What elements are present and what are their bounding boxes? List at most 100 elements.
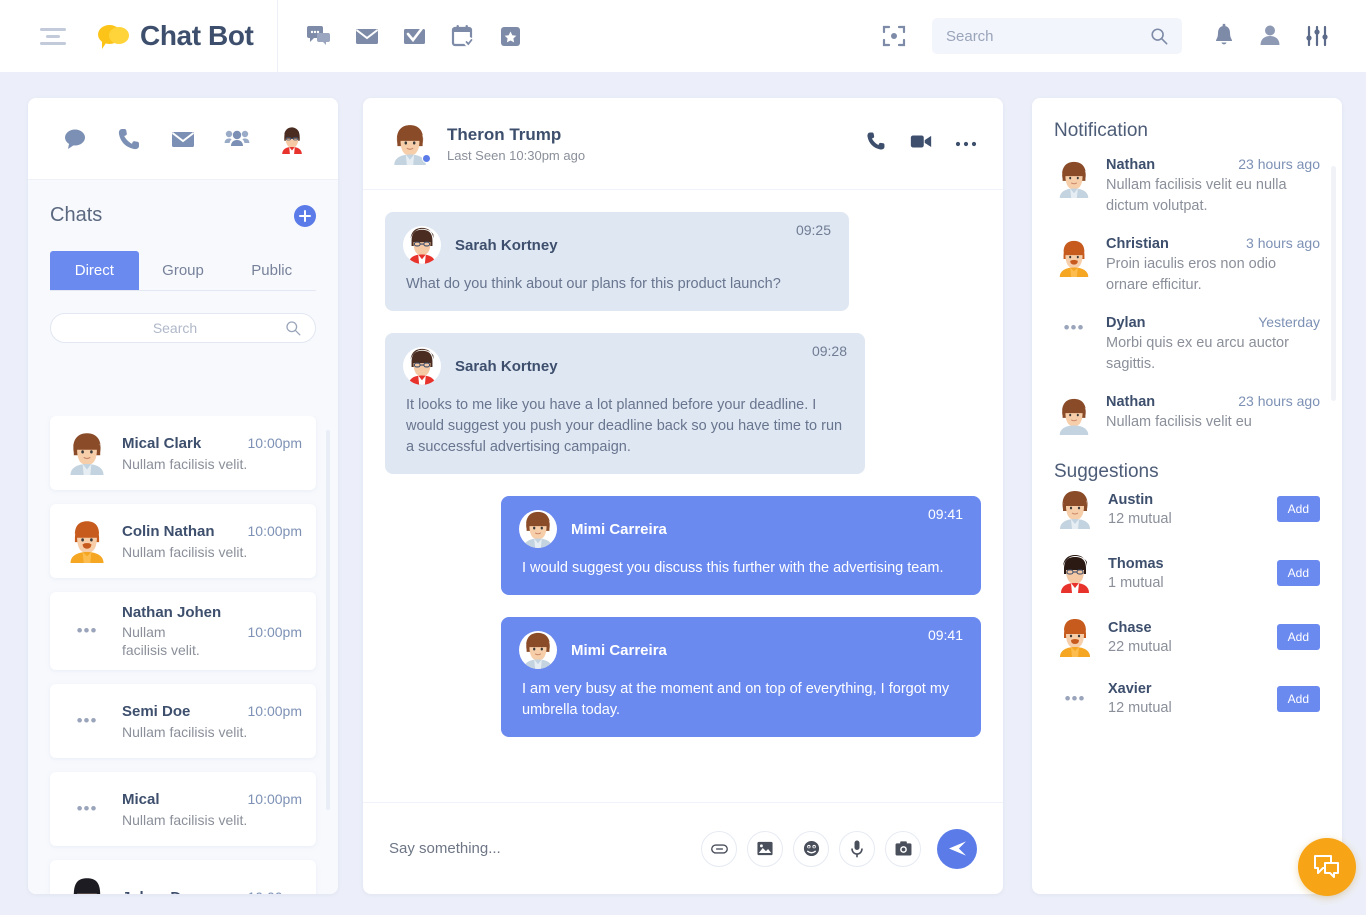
avatar-loading-dots: •••	[76, 621, 98, 640]
chat-sidebar: Chats Direct Group Public Search Mical C…	[28, 98, 338, 894]
calendar-check-icon[interactable]	[450, 23, 476, 49]
message-text: It looks to me like you have a lot plann…	[406, 397, 843, 455]
message-bubble[interactable]: 09:41 Mimi Carreira I am very busy at th…	[501, 617, 981, 737]
chat-time: 10:00pm	[247, 790, 302, 807]
sidebar-scrollbar[interactable]	[326, 430, 330, 810]
avatar	[1054, 235, 1094, 296]
search-icon[interactable]	[1150, 27, 1168, 45]
conversation-title: Theron Trump	[447, 124, 562, 144]
notifications-scrollbar[interactable]	[1331, 166, 1336, 401]
suggestion-item[interactable]: Thomas 1 mutual Add	[1054, 553, 1320, 593]
emoji-icon[interactable]	[793, 830, 829, 867]
notification-item[interactable]: ••• Dylan Yesterday Morbi quis ex eu arc…	[1054, 314, 1320, 375]
avatar	[64, 431, 110, 475]
chat-list-item[interactable]: Colin Nathan 10:00pm Nullam facilisis ve…	[50, 504, 316, 578]
chat-list[interactable]: Mical Clark 10:00pm Nullam facilisis vel…	[28, 416, 338, 894]
hamburger-icon[interactable]	[40, 24, 66, 49]
more-options-icon[interactable]	[955, 135, 977, 153]
avatar-loading-dots: •••	[76, 799, 98, 818]
sidebar-body: Chats Direct Group Public Search Mical C…	[28, 180, 338, 894]
add-friend-button[interactable]: Add	[1276, 560, 1320, 586]
message-input[interactable]	[389, 840, 701, 857]
message-bubble[interactable]: 09:25 Sarah Kortney What do you think ab…	[385, 212, 849, 311]
chat-time: 10:00pm	[247, 434, 302, 451]
add-friend-button[interactable]: Add	[1276, 685, 1320, 712]
add-friend-button[interactable]: Add	[1276, 496, 1320, 522]
scan-icon[interactable]	[882, 24, 906, 48]
add-friend-button[interactable]: Add	[1276, 624, 1320, 650]
notification-time: 3 hours ago	[1246, 235, 1320, 251]
search-box[interactable]	[932, 18, 1182, 54]
envelope-icon[interactable]	[354, 23, 380, 49]
avatar-placeholder: •••	[64, 711, 110, 731]
brand: Chat Bot	[98, 20, 254, 52]
avatar	[1054, 156, 1094, 217]
star-icon[interactable]	[498, 23, 524, 49]
suggestion-item[interactable]: Austin 12 mutual Add	[1054, 489, 1320, 529]
message-time: 09:41	[927, 627, 963, 643]
sidebar-search-input[interactable]	[65, 320, 285, 336]
chat-meta: Johen Doe 10:00pm	[122, 889, 302, 895]
message-time: 09:41	[927, 506, 963, 522]
notification-body: Nathan 23 hours ago Nullam facilisis vel…	[1106, 156, 1320, 217]
chat-bubble-icon[interactable]	[306, 23, 332, 49]
chat-list-item[interactable]: Mical Clark 10:00pm Nullam facilisis vel…	[50, 416, 316, 490]
tab-group[interactable]: Group	[139, 251, 228, 290]
user-icon[interactable]	[1258, 23, 1282, 49]
notification-time: Yesterday	[1258, 314, 1320, 330]
tab-direct[interactable]: Direct	[50, 251, 139, 290]
chat-list-item[interactable]: ••• Semi Doe 10:00pm Nullam facilisis ve…	[50, 684, 316, 758]
chat-icon[interactable]	[62, 126, 88, 152]
sidebar-nav	[28, 98, 338, 180]
message-bubble[interactable]: 09:28 Sarah Kortney It looks to me like …	[385, 333, 865, 474]
image-icon[interactable]	[747, 830, 783, 867]
notification-item[interactable]: Nathan 23 hours ago Nullam facilisis vel…	[1054, 156, 1320, 217]
topbar-right	[882, 18, 1366, 54]
check-mail-icon[interactable]	[402, 23, 428, 49]
search-icon[interactable]	[285, 320, 301, 336]
chat-list-item[interactable]: ••• Mical 10:00pm Nullam facilisis velit…	[50, 772, 316, 846]
avatar-loading-dots: •••	[1064, 688, 1086, 708]
phone-icon[interactable]	[865, 130, 887, 157]
mail-icon[interactable]	[170, 126, 196, 152]
profile-avatar[interactable]	[278, 126, 304, 154]
camera-icon[interactable]	[885, 830, 921, 867]
sidebar-search-box[interactable]	[50, 313, 316, 343]
top-bar: Chat Bot	[0, 0, 1366, 72]
chat-preview: Nullam facilisis velit.	[122, 723, 248, 740]
conversation-header: Theron Trump Last Seen 10:30pm ago	[363, 98, 1003, 190]
tab-public[interactable]: Public	[227, 251, 316, 290]
sliders-icon[interactable]	[1304, 23, 1328, 49]
microphone-icon[interactable]	[839, 830, 875, 867]
notification-time: 23 hours ago	[1238, 156, 1320, 172]
floating-chat-button[interactable]	[1298, 838, 1356, 896]
chat-preview: Nullam facilisis velit.	[122, 455, 248, 472]
link-icon[interactable]	[701, 830, 737, 867]
notification-item[interactable]: Christian 3 hours ago Proin iaculis eros…	[1054, 235, 1320, 296]
chat-list-item[interactable]: Johen Doe 10:00pm	[50, 860, 316, 894]
group-icon[interactable]	[224, 126, 250, 152]
video-icon[interactable]	[909, 131, 933, 156]
suggestion-item[interactable]: Chase 22 mutual Add	[1054, 617, 1320, 657]
message-bubble[interactable]: 09:41 Mimi Carreira I would suggest you …	[501, 496, 981, 595]
notification-item[interactable]: Nathan 23 hours ago Nullam facilisis vel…	[1054, 393, 1320, 435]
chat-meta: Nathan Johen Nullam 10:00pm facilisis ve…	[122, 604, 302, 658]
search-input[interactable]	[946, 27, 1150, 45]
brand-title: Chat Bot	[140, 20, 254, 51]
message-sender: Mimi Carreira	[571, 641, 667, 659]
chat-list-item[interactable]: ••• Nathan Johen Nullam 10:00pm facilisi…	[50, 592, 316, 670]
send-button[interactable]	[937, 828, 977, 869]
suggestion-item[interactable]: ••• Xavier 12 mutual Add	[1054, 681, 1320, 716]
phone-icon[interactable]	[116, 126, 142, 152]
chats-title: Chats	[50, 204, 103, 226]
suggestions-title: Suggestions	[1054, 461, 1159, 482]
chat-name: Mical Clark	[122, 434, 202, 452]
bell-icon[interactable]	[1212, 23, 1236, 49]
composer-actions	[701, 828, 977, 869]
chat-name: Colin Nathan	[122, 522, 215, 540]
message-sender: Mimi Carreira	[571, 520, 667, 538]
suggestion-mutual: 1 mutual	[1108, 574, 1164, 591]
add-chat-button[interactable]	[294, 204, 316, 227]
notification-list: Nathan 23 hours ago Nullam facilisis vel…	[1032, 142, 1342, 435]
suggestions-list: Austin 12 mutual Add Thomas 1 mutual Add…	[1032, 483, 1342, 716]
